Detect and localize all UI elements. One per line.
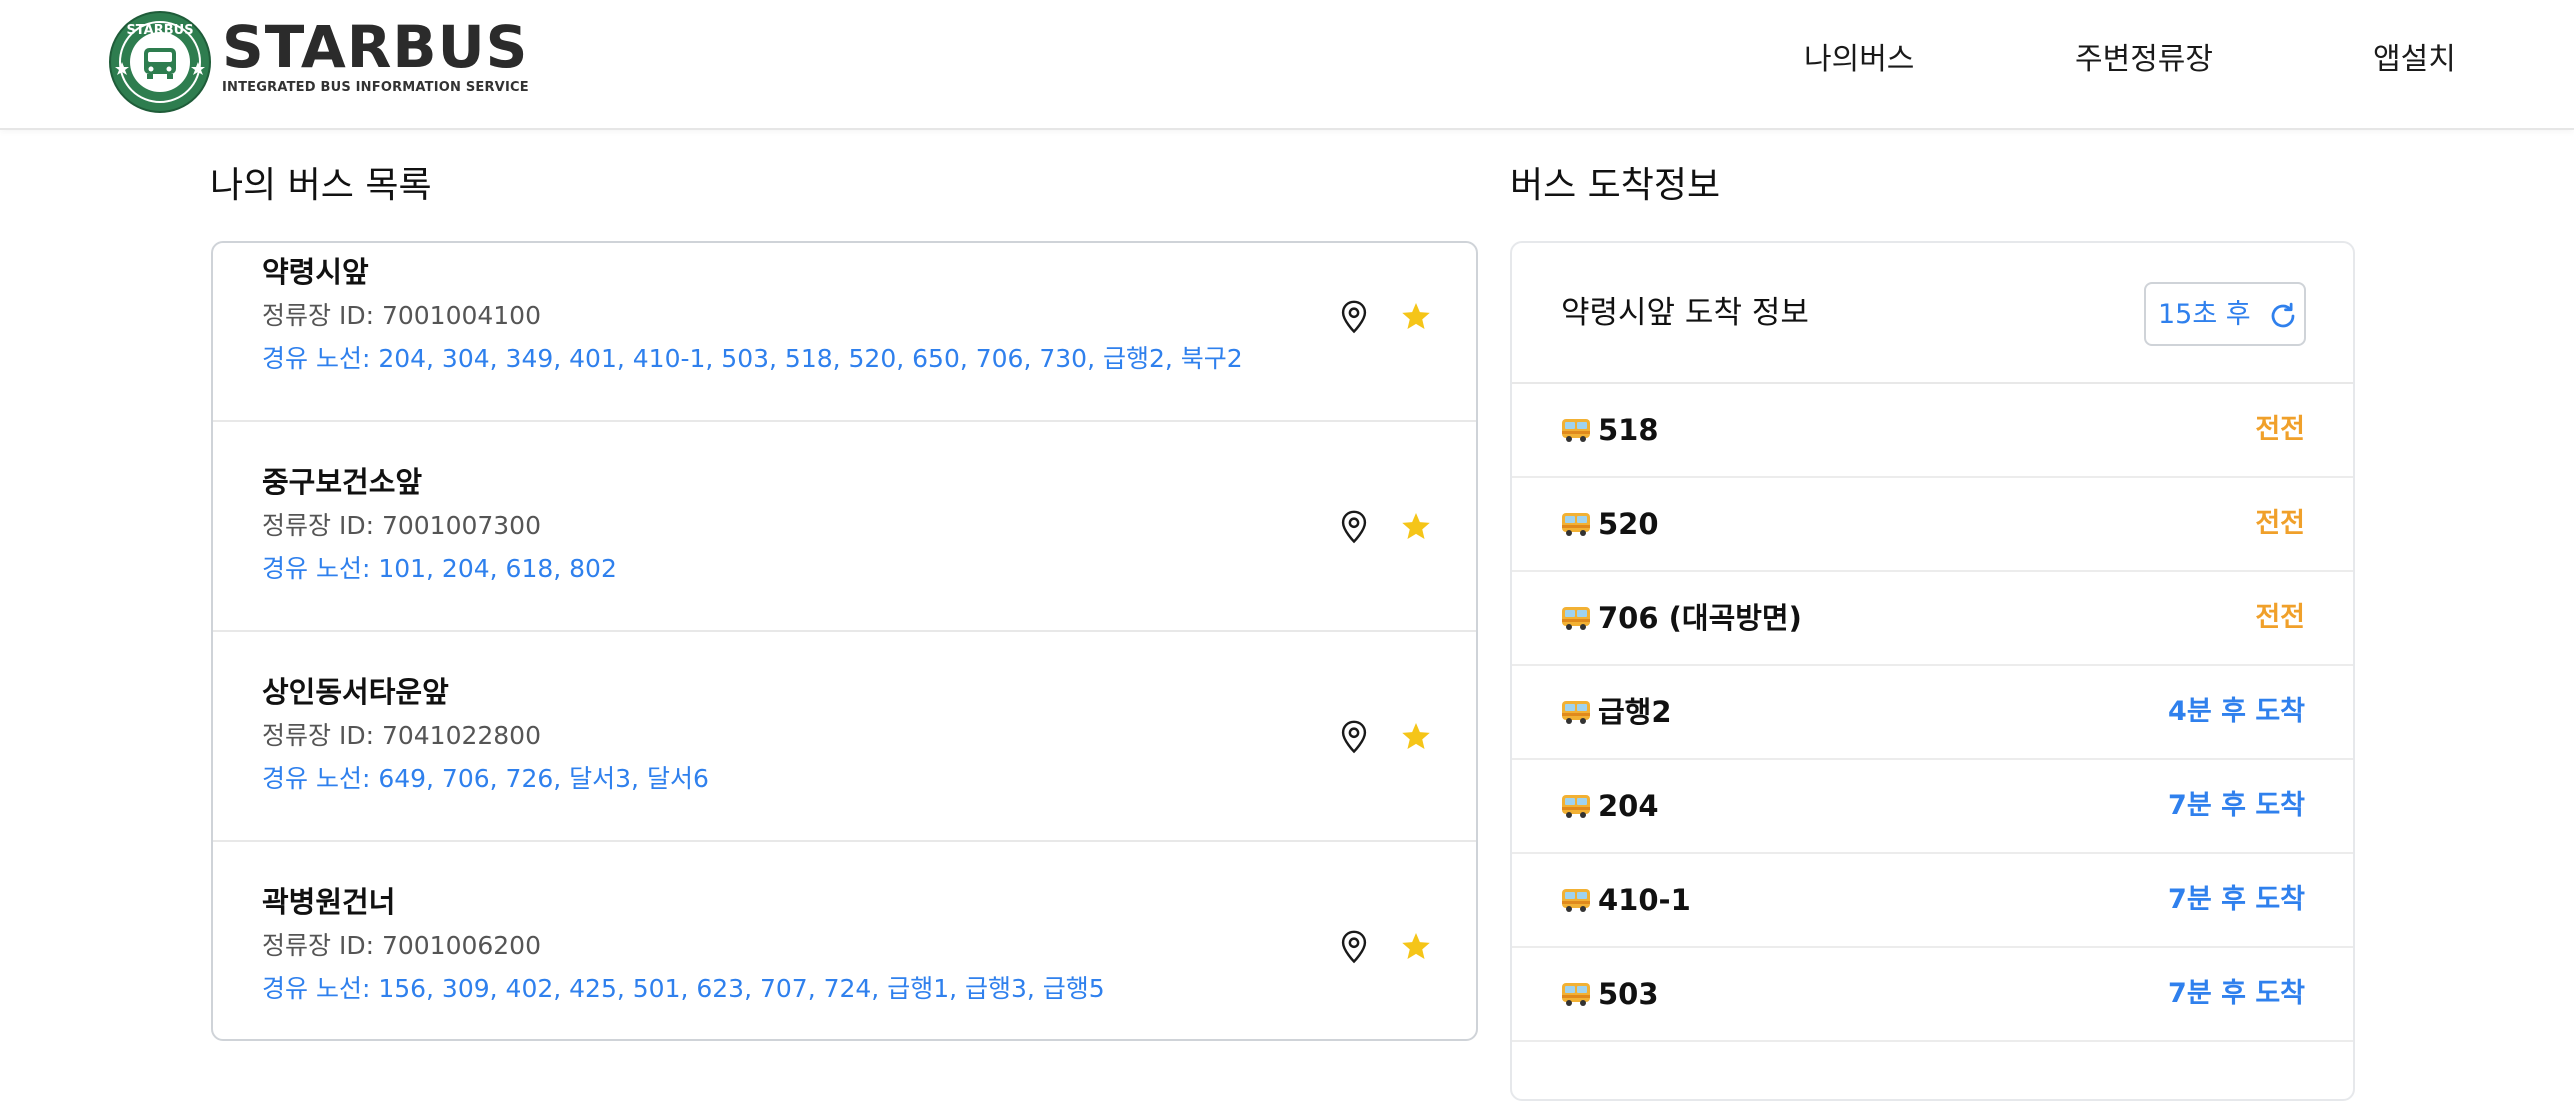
bus-route-name: 410-1 <box>1598 883 1691 917</box>
stop-id: 정류장 ID: 7041022800 <box>262 721 541 750</box>
stop-item[interactable]: 약령시앞 정류장 ID: 7001004100 경유 노선: 204, 304,… <box>213 243 1476 422</box>
arrival-row[interactable]: 518 전전 <box>1512 384 2353 478</box>
arrival-row[interactable]: 520 전전 <box>1512 478 2353 572</box>
stop-id: 정류장 ID: 7001007300 <box>262 511 541 540</box>
arrival-list: 518 전전 520 전전 706 (대곡방면) 전전급행2 4분 후 도착 204 7분 후 … <box>1512 384 2353 1042</box>
bus-stop-list[interactable]: 약령시앞 정류장 ID: 7001004100 경유 노선: 204, 304,… <box>211 241 1478 1041</box>
stop-item[interactable]: 중구보건소앞 정류장 ID: 7001007300 경유 노선: 101, 20… <box>213 422 1476 632</box>
arrival-info-title: 버스 도착정보 <box>1510 165 1721 206</box>
arrival-status: 전전 <box>2255 414 2305 445</box>
refresh-countdown: 15초 후 <box>2158 299 2251 330</box>
nav-item-app-install[interactable]: 앱설치 <box>2373 36 2456 84</box>
arrival-row[interactable]: 급행2 4분 후 도착 <box>1512 666 2353 760</box>
stop-item[interactable]: 곽병원건너 정류장 ID: 7001006200 경유 노선: 156, 309… <box>213 842 1476 1039</box>
arrival-card-header: 약령시앞 도착 정보 15초 후 <box>1512 243 2353 384</box>
stop-name: 상인동서타운앞 <box>262 675 449 709</box>
bus-route-name: 503 <box>1598 977 1659 1011</box>
nav-item-my-bus[interactable]: 나의버스 <box>1804 36 1914 84</box>
bus-route-name: 520 <box>1598 507 1659 541</box>
arrival-status: 4분 후 도착 <box>2168 696 2305 727</box>
stop-id: 정류장 ID: 7001006200 <box>262 931 541 960</box>
stop-id: 정류장 ID: 7001004100 <box>262 301 541 330</box>
arrival-status: 전전 <box>2255 508 2305 539</box>
bus-route-name: 706 (대곡방면) <box>1598 601 1802 635</box>
stop-routes: 경유 노선: 156, 309, 402, 425, 501, 623, 707… <box>262 974 1105 1003</box>
arrival-card-title: 약령시앞 도착 정보 <box>1561 295 1809 331</box>
star-icon[interactable] <box>1400 301 1432 333</box>
location-pin-icon[interactable] <box>1339 300 1369 334</box>
bus-icon <box>1561 793 1591 819</box>
arrival-status: 7분 후 도착 <box>2168 978 2305 1009</box>
star-icon[interactable] <box>1400 931 1432 963</box>
arrival-status: 전전 <box>2255 602 2305 633</box>
location-pin-icon[interactable] <box>1339 510 1369 544</box>
stop-routes: 경유 노선: 204, 304, 349, 401, 410-1, 503, 5… <box>262 344 1243 373</box>
arrival-info-card: 약령시앞 도착 정보 15초 후 518 전전 520 전전 706 (대곡방면) 전전급… <box>1510 241 2355 1101</box>
star-icon[interactable] <box>1400 721 1432 753</box>
arrival-status: 7분 후 도착 <box>2168 884 2305 915</box>
location-pin-icon[interactable] <box>1339 930 1369 964</box>
bus-route-name: 204 <box>1598 789 1659 823</box>
arrival-row[interactable]: 204 7분 후 도착 <box>1512 760 2353 854</box>
stop-routes: 경유 노선: 649, 706, 726, 달서3, 달서6 <box>262 764 709 793</box>
bus-icon <box>1561 699 1591 725</box>
bus-route-name: 급행2 <box>1598 695 1672 729</box>
arrival-row[interactable]: 706 (대곡방면) 전전 <box>1512 572 2353 666</box>
main-nav: 나의버스 주변정류장 앱설치 <box>0 36 2574 84</box>
star-icon[interactable] <box>1400 511 1432 543</box>
my-bus-list-title: 나의 버스 목록 <box>210 165 432 206</box>
bus-icon <box>1561 417 1591 443</box>
bus-route-name: 518 <box>1598 413 1659 447</box>
stop-item[interactable]: 상인동서타운앞 정류장 ID: 7041022800 경유 노선: 649, 7… <box>213 632 1476 842</box>
stop-name: 중구보건소앞 <box>262 465 423 499</box>
location-pin-icon[interactable] <box>1339 720 1369 754</box>
refresh-icon <box>2271 302 2295 328</box>
bus-icon <box>1561 887 1591 913</box>
stop-routes: 경유 노선: 101, 204, 618, 802 <box>262 554 617 583</box>
bus-icon <box>1561 511 1591 537</box>
bus-icon <box>1561 605 1591 631</box>
nav-item-nearby-stops[interactable]: 주변정류장 <box>2075 36 2213 84</box>
stop-name: 약령시앞 <box>262 255 369 289</box>
top-header: STARBUS STARBUS INTEGRATED BUS INFORMATI… <box>0 0 2574 130</box>
arrival-row[interactable]: 503 7분 후 도착 <box>1512 948 2353 1042</box>
bus-icon <box>1561 981 1591 1007</box>
refresh-button[interactable]: 15초 후 <box>2144 282 2306 346</box>
stop-name: 곽병원건너 <box>262 885 396 919</box>
arrival-status: 7분 후 도착 <box>2168 790 2305 821</box>
arrival-row[interactable]: 410-1 7분 후 도착 <box>1512 854 2353 948</box>
